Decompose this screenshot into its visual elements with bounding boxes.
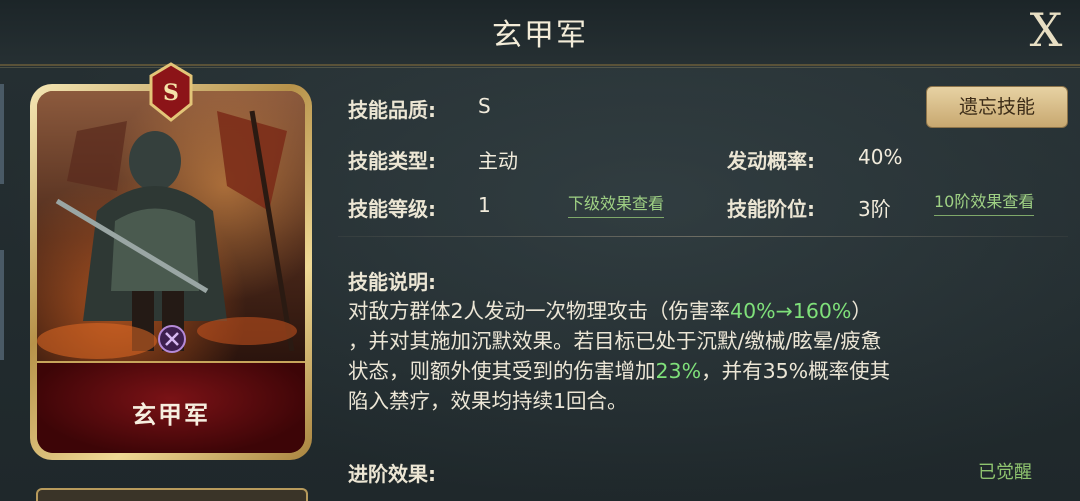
warrior-illustration xyxy=(37,110,297,359)
card-inner: 玄甲军 xyxy=(37,91,305,453)
quality-label: 技能品质: xyxy=(348,98,436,122)
skill-type-icon xyxy=(158,325,186,353)
header-bar: 玄甲军 X xyxy=(0,0,1080,68)
card-name: 玄甲军 xyxy=(132,401,210,429)
tier10-effect-link[interactable]: 10阶效果查看 xyxy=(934,188,1035,216)
level-value: 1 xyxy=(478,193,491,217)
side-tab-indicator-2[interactable] xyxy=(0,250,4,360)
card-nameplate: 玄甲军 xyxy=(37,361,305,453)
desc-highlight-bonus: 23% xyxy=(655,359,702,383)
card-bottom-tab[interactable] xyxy=(36,488,308,501)
description-label: 技能说明: xyxy=(348,270,436,294)
skill-card: 玄甲军 S xyxy=(26,62,316,464)
card-frame: 玄甲军 xyxy=(30,84,312,460)
section-divider xyxy=(338,236,1068,237)
desc-text: 陷入禁疗，效果均持续1回合。 xyxy=(348,389,628,413)
side-tab-indicator[interactable] xyxy=(0,84,4,184)
trigger-rate-value: 40% xyxy=(858,145,903,169)
forget-skill-button[interactable]: 遗忘技能 xyxy=(926,86,1068,128)
skill-description: 对敌方群体2人发动一次物理攻击（伤害率40%→160%） ，并对其施加沉默效果。… xyxy=(348,296,1058,416)
close-icon[interactable]: X xyxy=(1020,4,1072,56)
desc-text: 对敌方群体2人发动一次物理攻击（伤害率 xyxy=(348,299,731,323)
tier-value: 3阶 xyxy=(858,197,891,221)
page-title: 玄甲军 xyxy=(492,18,588,53)
card-art xyxy=(37,91,305,361)
awakened-status: 已觉醒 xyxy=(978,462,1032,483)
type-label: 技能类型: xyxy=(348,149,436,173)
card-rank: S xyxy=(163,80,179,106)
trigger-rate-label: 发动概率: xyxy=(727,149,815,173)
desc-text: ） xyxy=(851,299,872,323)
desc-text: ，并有35%概率使其 xyxy=(701,359,891,383)
tier-label: 技能阶位: xyxy=(727,197,815,221)
desc-highlight-damage: 40%→160% xyxy=(730,299,852,323)
level-label: 技能等级: xyxy=(348,197,436,221)
type-value: 主动 xyxy=(478,149,518,173)
desc-text: ，并对其施加沉默效果。若目标已处于沉默/缴械/眩晕/疲惫 xyxy=(348,329,882,353)
advance-effect-label: 进阶效果: xyxy=(348,462,436,486)
quality-value: S xyxy=(478,94,491,118)
next-level-effect-link[interactable]: 下级效果查看 xyxy=(568,190,665,218)
desc-text: 状态，则额外使其受到的伤害增加 xyxy=(348,359,656,383)
